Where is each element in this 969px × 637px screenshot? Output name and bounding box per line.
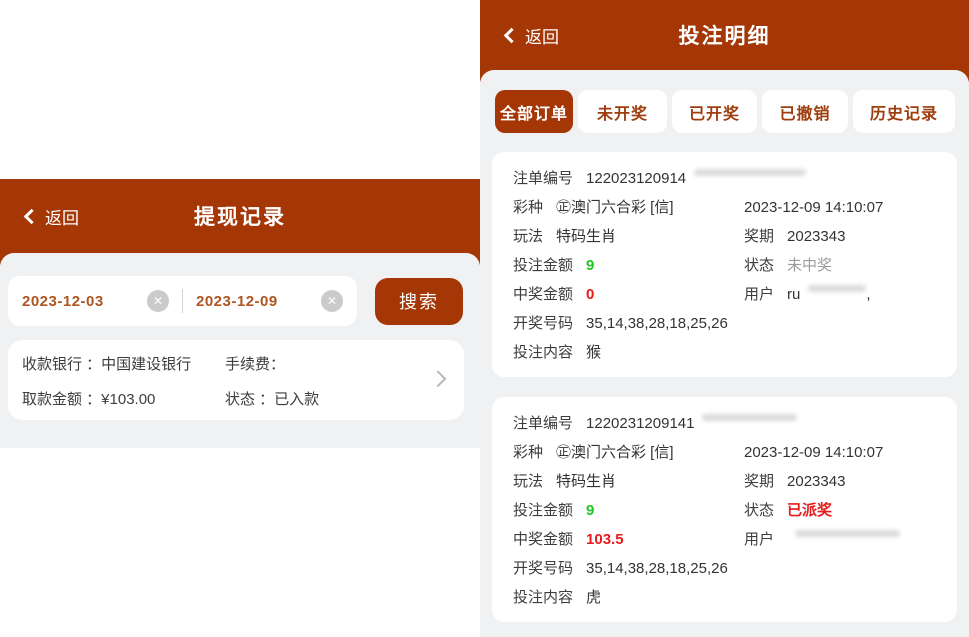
tab-all-orders[interactable]: 全部订单 <box>495 90 573 133</box>
date-from-segment: 2023-12-03 ✕ <box>22 290 169 312</box>
bet-id-value: 122023120914 <box>586 170 686 187</box>
period-value: 2023343 <box>787 473 845 490</box>
win-row: 中奖金额103.5 用户 <box>513 525 943 554</box>
bets-content: 全部订单 未开奖 已开奖 已撤销 历史记录 注单编号122023120914 彩… <box>480 70 969 637</box>
win-amount-value: 103.5 <box>586 531 624 548</box>
redacted-text <box>694 169 806 176</box>
user-suffix: , <box>866 286 870 303</box>
status-badge: 已派奖 <box>787 502 832 519</box>
withdraw-record-card[interactable]: 收款银行 ：中国建设银行 手续费： 取款金额 ：¥103.00 状态 ：已入款 <box>8 340 464 420</box>
page-title: 提现记录 <box>194 201 286 231</box>
tab-cancelled[interactable]: 已撤销 <box>762 90 848 133</box>
order-card: 注单编号122023120914 彩种㊣澳门六合彩 [信] 2023-12-09… <box>492 152 957 377</box>
bank-field: 收款银行 ：中国建设银行 <box>22 353 225 379</box>
bet-id-row: 注单编号1220231209141 <box>513 409 943 438</box>
back-chevron-icon <box>24 209 40 225</box>
bet-time: 2023-12-09 14:10:07 <box>744 199 883 216</box>
date-from-field[interactable]: 2023-12-03 <box>22 293 104 310</box>
content-row: 投注内容虎 <box>513 583 943 612</box>
draw-row: 开奖号码35,14,38,28,18,25,26 <box>513 554 943 583</box>
period-value: 2023343 <box>787 228 845 245</box>
order-tabs: 全部订单 未开奖 已开奖 已撤销 历史记录 <box>495 90 955 133</box>
user-value: ru <box>787 286 800 303</box>
play-row: 玩法特码生肖 奖期2023343 <box>513 222 943 251</box>
back-label: 返回 <box>525 23 559 48</box>
withdraw-screen: 返回 提现记录 2023-12-03 ✕ 2023-12-09 ✕ 搜索 收款银… <box>0 0 480 637</box>
date-range-box: 2023-12-03 ✕ 2023-12-09 ✕ <box>8 276 357 326</box>
back-button[interactable]: 返回 <box>506 0 559 70</box>
lottery-value: ㊣澳门六合彩 [信] <box>556 444 674 461</box>
bet-content-value: 猴 <box>586 344 601 361</box>
win-amount-value: 0 <box>586 286 594 303</box>
fee-field: 手续费： <box>225 353 418 379</box>
amount-field: 取款金额 ：¥103.00 <box>22 388 225 414</box>
date-to-segment: 2023-12-09 ✕ <box>196 290 343 312</box>
status-field: 状态 ：已入款 <box>225 388 418 414</box>
play-row: 玩法特码生肖 奖期2023343 <box>513 467 943 496</box>
redacted-text <box>702 414 797 421</box>
bet-amount-value: 9 <box>586 257 594 274</box>
bet-amount-value: 9 <box>586 502 594 519</box>
clear-date-from-icon[interactable]: ✕ <box>147 290 169 312</box>
win-row: 中奖金额0 用户ru, <box>513 280 943 309</box>
tab-drawn[interactable]: 已开奖 <box>672 90 757 133</box>
bets-screen: 返回 投注明细 全部订单 未开奖 已开奖 已撤销 历史记录 注单编号122023… <box>480 0 969 637</box>
order-card: 注单编号1220231209141 彩种㊣澳门六合彩 [信] 2023-12-0… <box>492 397 957 622</box>
date-to-field[interactable]: 2023-12-09 <box>196 293 278 310</box>
page-title: 投注明细 <box>679 20 771 50</box>
amount-row: 投注金额9 状态未中奖 <box>513 251 943 280</box>
draw-row: 开奖号码35,14,38,28,18,25,26 <box>513 309 943 338</box>
bet-id-value: 1220231209141 <box>586 415 694 432</box>
play-value: 特码生肖 <box>556 228 616 245</box>
withdraw-content: 2023-12-03 ✕ 2023-12-09 ✕ 搜索 收款银行 ：中国建设银… <box>0 253 480 448</box>
back-chevron-icon <box>504 28 520 44</box>
search-button[interactable]: 搜索 <box>375 278 463 325</box>
date-divider <box>182 289 183 313</box>
filter-row: 2023-12-03 ✕ 2023-12-09 ✕ 搜索 <box>8 276 463 326</box>
amount-row: 投注金额9 状态已派奖 <box>513 496 943 525</box>
play-value: 特码生肖 <box>556 473 616 490</box>
lottery-row: 彩种㊣澳门六合彩 [信] 2023-12-09 14:10:07 <box>513 438 943 467</box>
redacted-text <box>808 285 866 292</box>
tab-not-drawn[interactable]: 未开奖 <box>578 90 667 133</box>
back-button[interactable]: 返回 <box>26 179 79 253</box>
bet-id-row: 注单编号122023120914 <box>513 164 943 193</box>
bet-content-value: 虎 <box>586 589 601 606</box>
bet-time: 2023-12-09 14:10:07 <box>744 444 883 461</box>
draw-numbers: 35,14,38,28,18,25,26 <box>586 560 728 577</box>
clear-date-to-icon[interactable]: ✕ <box>321 290 343 312</box>
chevron-right-icon[interactable] <box>430 370 447 387</box>
back-label: 返回 <box>45 204 79 229</box>
lottery-row: 彩种㊣澳门六合彩 [信] 2023-12-09 14:10:07 <box>513 193 943 222</box>
draw-numbers: 35,14,38,28,18,25,26 <box>586 315 728 332</box>
redacted-text <box>795 530 900 537</box>
status-badge: 未中奖 <box>787 257 832 274</box>
lottery-value: ㊣澳门六合彩 [信] <box>556 199 674 216</box>
tab-history[interactable]: 历史记录 <box>853 90 955 133</box>
content-row: 投注内容猴 <box>513 338 943 367</box>
